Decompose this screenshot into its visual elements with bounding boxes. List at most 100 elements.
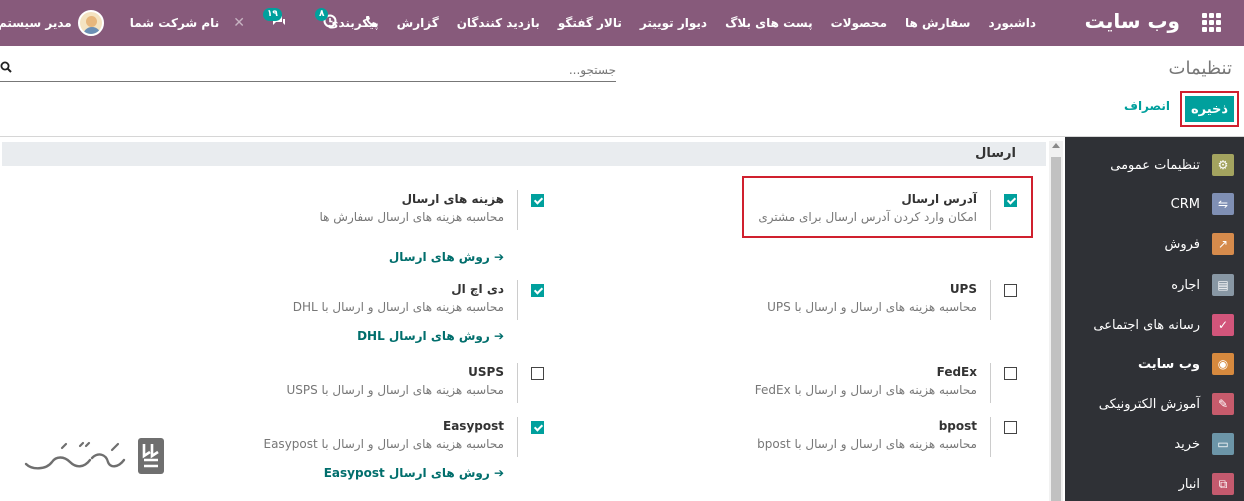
setting-description: محاسبه هزینه های ارسال سفارش ها [319,210,505,224]
sidebar-item-label: آموزش الکترونیکی [1098,396,1200,412]
messages-icon[interactable]: ۱۹ [262,8,287,32]
menu-twitter-wall[interactable]: دیوار توییتر [640,16,707,30]
sidebar-item-website[interactable]: وب سایت ◉ [1065,344,1244,384]
dhl-methods-link[interactable]: ➔ روش های ارسال DHL [357,329,504,343]
save-button-highlight: ذخیره [1180,91,1239,127]
scrollbar[interactable] [1049,141,1063,501]
checkbox-dhl[interactable] [531,284,544,297]
settings-sidebar: تنظیمات عمومی ⚙ CRM ⇋ فروش ↗ اجاره ▤ رسا… [1065,137,1244,501]
save-button[interactable]: ذخیره [1185,96,1234,122]
checkbox-shipping-address[interactable] [1004,194,1017,207]
setting-description: امکان وارد کردن آدرس ارسال برای مشتری [758,210,977,224]
arrow-right-icon: ➔ [493,466,504,480]
divider [517,190,518,230]
avatar [77,10,104,36]
sidebar-item-inventory[interactable]: انبار ⧉ [1065,464,1244,501]
watermark-logo [22,434,168,478]
debug-tools-icon[interactable]: ✕ [233,15,245,31]
search-icon[interactable] [0,61,12,77]
section-header: ارسال [2,142,1046,166]
messages-count-badge: ۱۹ [262,8,282,21]
setting-description: محاسبه هزینه های ارسال و ارسال با Easypo… [263,437,505,451]
apps-menu-icon[interactable] [1202,13,1222,33]
main-menu: داشبورد سفارش ها محصولات پست های بلاگ دی… [327,0,1036,46]
setting-title: UPS [949,282,977,296]
menu-orders[interactable]: سفارش ها [905,16,970,30]
sidebar-item-label: وب سایت [1138,356,1200,372]
setting-easypost: Easypost محاسبه هزینه های ارسال و ارسال … [250,417,544,497]
arrow-right-icon: ➔ [493,250,504,264]
chart-icon: ↗ [1212,233,1234,255]
sidebar-item-label: خرید [1174,436,1200,452]
setting-shipping-address: آدرس ارسال امکان وارد کردن آدرس ارسال بر… [745,190,1017,254]
setting-description: محاسبه هزینه های ارسال و ارسال با DHL [292,300,504,314]
systray: مدیر سیستم نام شرکت شما ✕ ۱۹ ۸ [0,0,377,46]
setting-dhl: دی اچ ال محاسبه هزینه های ارسال و ارسال … [250,280,544,360]
scroll-up-arrow[interactable] [1052,143,1060,148]
setting-description: محاسبه هزینه های ارسال و ارسال با USPS [286,383,504,397]
setting-title: آدرس ارسال [901,192,977,206]
divider [517,417,518,457]
discard-button[interactable]: انصراف [1124,99,1170,113]
setting-title: هزینه های ارسال [401,192,504,206]
activity-clock-icon[interactable]: ۸ [314,8,337,32]
setting-description: محاسبه هزینه های ارسال و ارسال با UPS [767,300,977,314]
easypost-methods-link[interactable]: ➔ روش های ارسال Easypost [324,466,504,480]
section-title: ارسال [975,146,1016,161]
sidebar-item-label: CRM [1170,196,1200,212]
setting-fedex: FedEx محاسبه هزینه های ارسال و ارسال با … [745,363,1017,427]
divider [517,363,518,403]
company-switcher[interactable]: نام شرکت شما [130,16,219,30]
menu-dashboard[interactable]: داشبورد [988,16,1036,30]
checkbox-shipping-cost[interactable] [531,194,544,207]
menu-visitors[interactable]: بازدید کنندگان [457,16,540,30]
checkbox-easypost[interactable] [531,421,544,434]
sidebar-item-social-media[interactable]: رسانه های اجتماعی ✓ [1065,305,1244,345]
setting-title: FedEx [936,365,977,379]
checkbox-bpost[interactable] [1004,421,1017,434]
menu-forum[interactable]: تالار گفتگو [558,16,622,30]
globe-icon: ◉ [1212,353,1234,375]
gear-icon: ⚙ [1212,154,1234,176]
user-name: مدیر سیستم [0,16,72,30]
setting-description: محاسبه هزینه های ارسال و ارسال با bpost [757,437,977,451]
divider [990,417,991,457]
handshake-icon: ⇋ [1212,193,1234,215]
menu-products[interactable]: محصولات [831,16,887,30]
thumbs-up-icon: ✓ [1212,314,1234,336]
search-input[interactable] [56,60,616,80]
link-label: روش های ارسال Easypost [323,466,490,480]
checkbox-usps[interactable] [531,367,544,380]
setting-description: محاسبه هزینه های ارسال و ارسال با FedEx [754,383,977,397]
box-icon: ⧉ [1212,473,1234,495]
divider [0,136,1244,137]
setting-title: bpost [938,419,977,433]
menu-reporting[interactable]: گزارش [397,16,439,30]
divider [990,190,991,230]
divider [517,280,518,320]
sidebar-item-sales[interactable]: فروش ↗ [1065,224,1244,264]
link-label: روش های ارسال DHL [357,329,490,343]
user-menu[interactable]: مدیر سیستم [0,10,104,36]
page-title: تنظیمات [1168,58,1232,79]
phone-icon[interactable] [365,15,377,31]
scrollbar-thumb[interactable] [1051,157,1061,501]
top-navbar: وب سایت داشبورد سفارش ها محصولات پست های… [0,0,1244,46]
menu-blog-posts[interactable]: پست های بلاگ [725,16,813,30]
sidebar-item-purchase[interactable]: خرید ▭ [1065,424,1244,464]
sidebar-item-crm[interactable]: CRM ⇋ [1065,184,1244,224]
sidebar-item-label: انبار [1178,476,1200,492]
checkbox-ups[interactable] [1004,284,1017,297]
calendar-icon: ▤ [1212,274,1234,296]
elearning-icon: ✎ [1212,393,1234,415]
setting-usps: USPS محاسبه هزینه های ارسال و ارسال با U… [250,363,544,427]
sidebar-item-label: اجاره [1171,277,1200,293]
delivery-methods-link[interactable]: ➔ روش های ارسال [389,250,504,264]
arrow-right-icon: ➔ [493,329,504,343]
sidebar-item-general-settings[interactable]: تنظیمات عمومی ⚙ [1065,145,1244,185]
setting-bpost: bpost محاسبه هزینه های ارسال و ارسال با … [745,417,1017,481]
app-brand[interactable]: وب سایت [1085,9,1180,33]
sidebar-item-rental[interactable]: اجاره ▤ [1065,265,1244,305]
sidebar-item-elearning[interactable]: آموزش الکترونیکی ✎ [1065,384,1244,424]
checkbox-fedex[interactable] [1004,367,1017,380]
